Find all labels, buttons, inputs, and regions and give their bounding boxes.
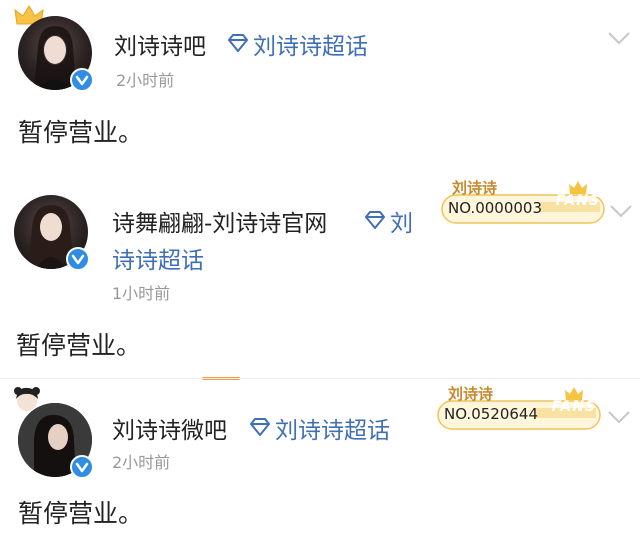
author-name[interactable]: 刘诗诗吧 xyxy=(114,27,206,61)
avatar[interactable] xyxy=(18,403,94,479)
fans-badge-label: FANS xyxy=(551,399,596,415)
fans-badge-name: 刘诗诗 xyxy=(452,179,498,197)
verified-icon xyxy=(70,68,94,92)
post-text: 暂停营业。 xyxy=(18,499,144,528)
super-topic-link[interactable]: 刘诗诗超话 xyxy=(253,27,368,61)
fans-badge[interactable]: 刘诗诗 NO.0000003 FANS xyxy=(440,177,608,225)
chevron-down-icon[interactable] xyxy=(608,203,634,219)
super-topic-diamond-icon xyxy=(228,34,248,52)
post-card: 刘诗诗微吧 刘诗诗超话 2小时前 刘诗诗 NO.0520644 FANS 暂停营… xyxy=(0,378,640,540)
post-card: 诗舞翩翩-刘诗诗官网 刘 诗诗超话 1小时前 刘诗诗 NO.0000003 FA… xyxy=(0,165,640,375)
post-timestamp: 2小时前 xyxy=(112,453,171,472)
chevron-down-icon[interactable] xyxy=(606,409,632,425)
fans-badge-label: FANS xyxy=(555,193,600,209)
post-card: 刘诗诗吧 刘诗诗超话 2小时前 暂停营业。 xyxy=(0,0,640,165)
super-topic-diamond-icon xyxy=(365,211,385,229)
super-topic-link[interactable]: 刘诗诗超话 xyxy=(275,411,390,445)
post-timestamp: 1小时前 xyxy=(112,284,171,303)
fans-badge[interactable]: 刘诗诗 NO.0520644 FANS xyxy=(436,383,604,431)
post-text: 暂停营业。 xyxy=(18,118,144,147)
avatar[interactable] xyxy=(14,195,90,271)
post-timestamp: 2小时前 xyxy=(116,71,175,90)
super-topic-diamond-icon xyxy=(250,418,270,436)
fans-badge-number: NO.0000003 xyxy=(448,199,542,217)
author-name[interactable]: 刘诗诗微吧 xyxy=(112,411,227,445)
post-text: 暂停营业。 xyxy=(16,331,142,360)
fans-badge-number: NO.0520644 xyxy=(444,405,538,423)
fans-badge-name: 刘诗诗 xyxy=(448,385,494,403)
author-name[interactable]: 诗舞翩翩-刘诗诗官网 xyxy=(112,204,327,238)
avatar[interactable] xyxy=(18,16,94,92)
verified-icon xyxy=(70,455,94,479)
super-topic-link-continued[interactable]: 诗诗超话 xyxy=(112,241,204,275)
chevron-down-icon[interactable] xyxy=(606,30,632,46)
super-topic-link[interactable]: 刘 xyxy=(390,204,413,238)
verified-icon xyxy=(66,247,90,271)
